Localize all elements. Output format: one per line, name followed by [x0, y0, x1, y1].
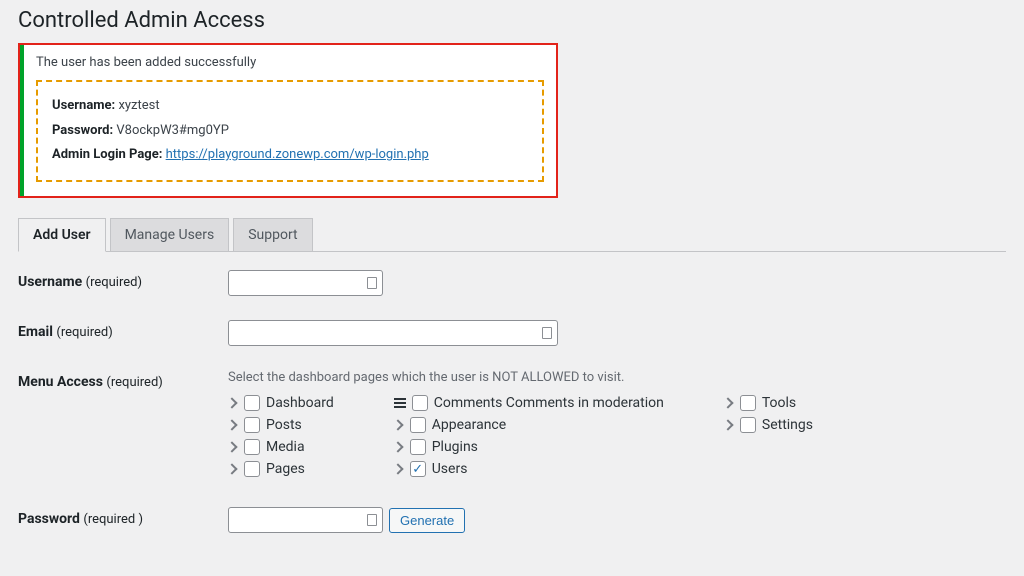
username-label: Username (required)	[18, 270, 228, 290]
cred-password-label: Password:	[52, 123, 113, 138]
menu-item-label: Media	[266, 439, 305, 455]
chevron-right-icon[interactable]	[394, 464, 404, 474]
menu-item: Users	[394, 461, 664, 477]
menu-item: Posts	[228, 417, 334, 433]
menu-item-label: Posts	[266, 417, 302, 433]
cred-login-link[interactable]: https://playground.zonewp.com/wp-login.p…	[166, 147, 429, 162]
credentials-box: Username: xyztest Password: V8ockpW3#mg0…	[36, 80, 544, 182]
menu-item: Plugins	[394, 439, 664, 455]
menu-checkbox[interactable]	[244, 417, 260, 433]
menu-grid: Dashboard Posts Media Pages Comments Commen…	[228, 395, 1006, 483]
chevron-right-icon[interactable]	[228, 420, 238, 430]
menu-item-label: Comments Comments in moderation	[434, 395, 664, 411]
email-input[interactable]	[228, 320, 558, 346]
email-label: Email (required)	[18, 320, 228, 340]
menu-checkbox[interactable]	[740, 417, 756, 433]
cred-password-value: V8ockpW3#mg0YP	[116, 123, 229, 138]
password-input[interactable]	[228, 507, 383, 533]
menu-checkbox[interactable]	[244, 461, 260, 477]
success-notice: The user has been added successfully Use…	[18, 43, 558, 198]
cred-login-label: Admin Login Page:	[52, 147, 162, 162]
menu-item: Tools	[724, 395, 813, 411]
chevron-right-icon[interactable]	[228, 398, 238, 408]
menu-item-label: Appearance	[432, 417, 506, 433]
menu-checkbox[interactable]	[740, 395, 756, 411]
menu-access-label: Menu Access (required)	[18, 370, 228, 390]
password-label: Password (required )	[18, 507, 228, 527]
menu-item: Dashboard	[228, 395, 334, 411]
tab-bar: Add User Manage Users Support	[18, 218, 1006, 252]
hamburger-icon[interactable]	[394, 398, 406, 408]
menu-checkbox[interactable]	[410, 461, 426, 477]
tab-add-user[interactable]: Add User	[18, 218, 106, 252]
tab-support[interactable]: Support	[233, 218, 312, 252]
cred-username-value: xyztest	[118, 98, 159, 113]
notice-message: The user has been added successfully	[36, 55, 544, 70]
menu-checkbox[interactable]	[410, 439, 426, 455]
chevron-right-icon[interactable]	[228, 464, 238, 474]
menu-item-label: Tools	[762, 395, 796, 411]
menu-checkbox[interactable]	[244, 439, 260, 455]
chevron-right-icon[interactable]	[228, 442, 238, 452]
menu-item-label: Users	[432, 461, 468, 477]
menu-item: Pages	[228, 461, 334, 477]
menu-item-label: Plugins	[432, 439, 478, 455]
menu-checkbox[interactable]	[410, 417, 426, 433]
chevron-right-icon[interactable]	[394, 442, 404, 452]
menu-access-hint: Select the dashboard pages which the use…	[228, 370, 1006, 385]
menu-item: Settings	[724, 417, 813, 433]
chevron-right-icon[interactable]	[724, 398, 734, 408]
page-title: Controlled Admin Access	[18, 0, 1006, 43]
menu-checkbox[interactable]	[244, 395, 260, 411]
menu-item: Media	[228, 439, 334, 455]
username-input[interactable]	[228, 270, 383, 296]
menu-item-label: Dashboard	[266, 395, 334, 411]
chevron-right-icon[interactable]	[394, 420, 404, 430]
cred-username-label: Username:	[52, 98, 115, 113]
menu-item: Comments Comments in moderation	[394, 395, 664, 411]
generate-button[interactable]: Generate	[389, 508, 465, 533]
tab-manage-users[interactable]: Manage Users	[110, 218, 230, 252]
menu-item-label: Settings	[762, 417, 813, 433]
chevron-right-icon[interactable]	[724, 420, 734, 430]
menu-item-label: Pages	[266, 461, 305, 477]
menu-item: Appearance	[394, 417, 664, 433]
menu-checkbox[interactable]	[412, 395, 428, 411]
